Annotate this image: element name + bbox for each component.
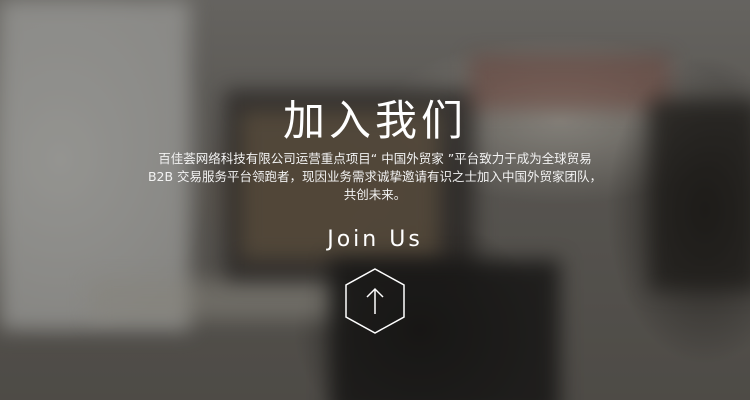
scroll-up-button[interactable] <box>343 267 407 335</box>
page-title: 加入我们 <box>282 96 467 146</box>
banner-content: 加入我们 百佳荟网络科技有限公司运营重点项目“ 中国外贸家 ”平台致力于成为全球… <box>0 0 750 400</box>
description-line: 百佳荟网络科技有限公司运营重点项目“ 中国外贸家 ”平台致力于成为全球贸易 <box>158 151 592 166</box>
description-line: B2B 交易服务平台领跑者，现因业务需求诚挚邀请有识之士加入中国外贸家团队， <box>147 169 603 184</box>
join-us-banner: 加入我们 百佳荟网络科技有限公司运营重点项目“ 中国外贸家 ”平台致力于成为全球… <box>0 0 750 400</box>
hexagon-outline-icon <box>345 268 405 334</box>
join-us-subtitle: Join Us <box>327 227 423 252</box>
description-line: 共创未来。 <box>343 187 407 202</box>
arrow-up-icon <box>366 287 384 314</box>
company-description: 百佳荟网络科技有限公司运营重点项目“ 中国外贸家 ”平台致力于成为全球贸易 B2… <box>90 150 660 204</box>
